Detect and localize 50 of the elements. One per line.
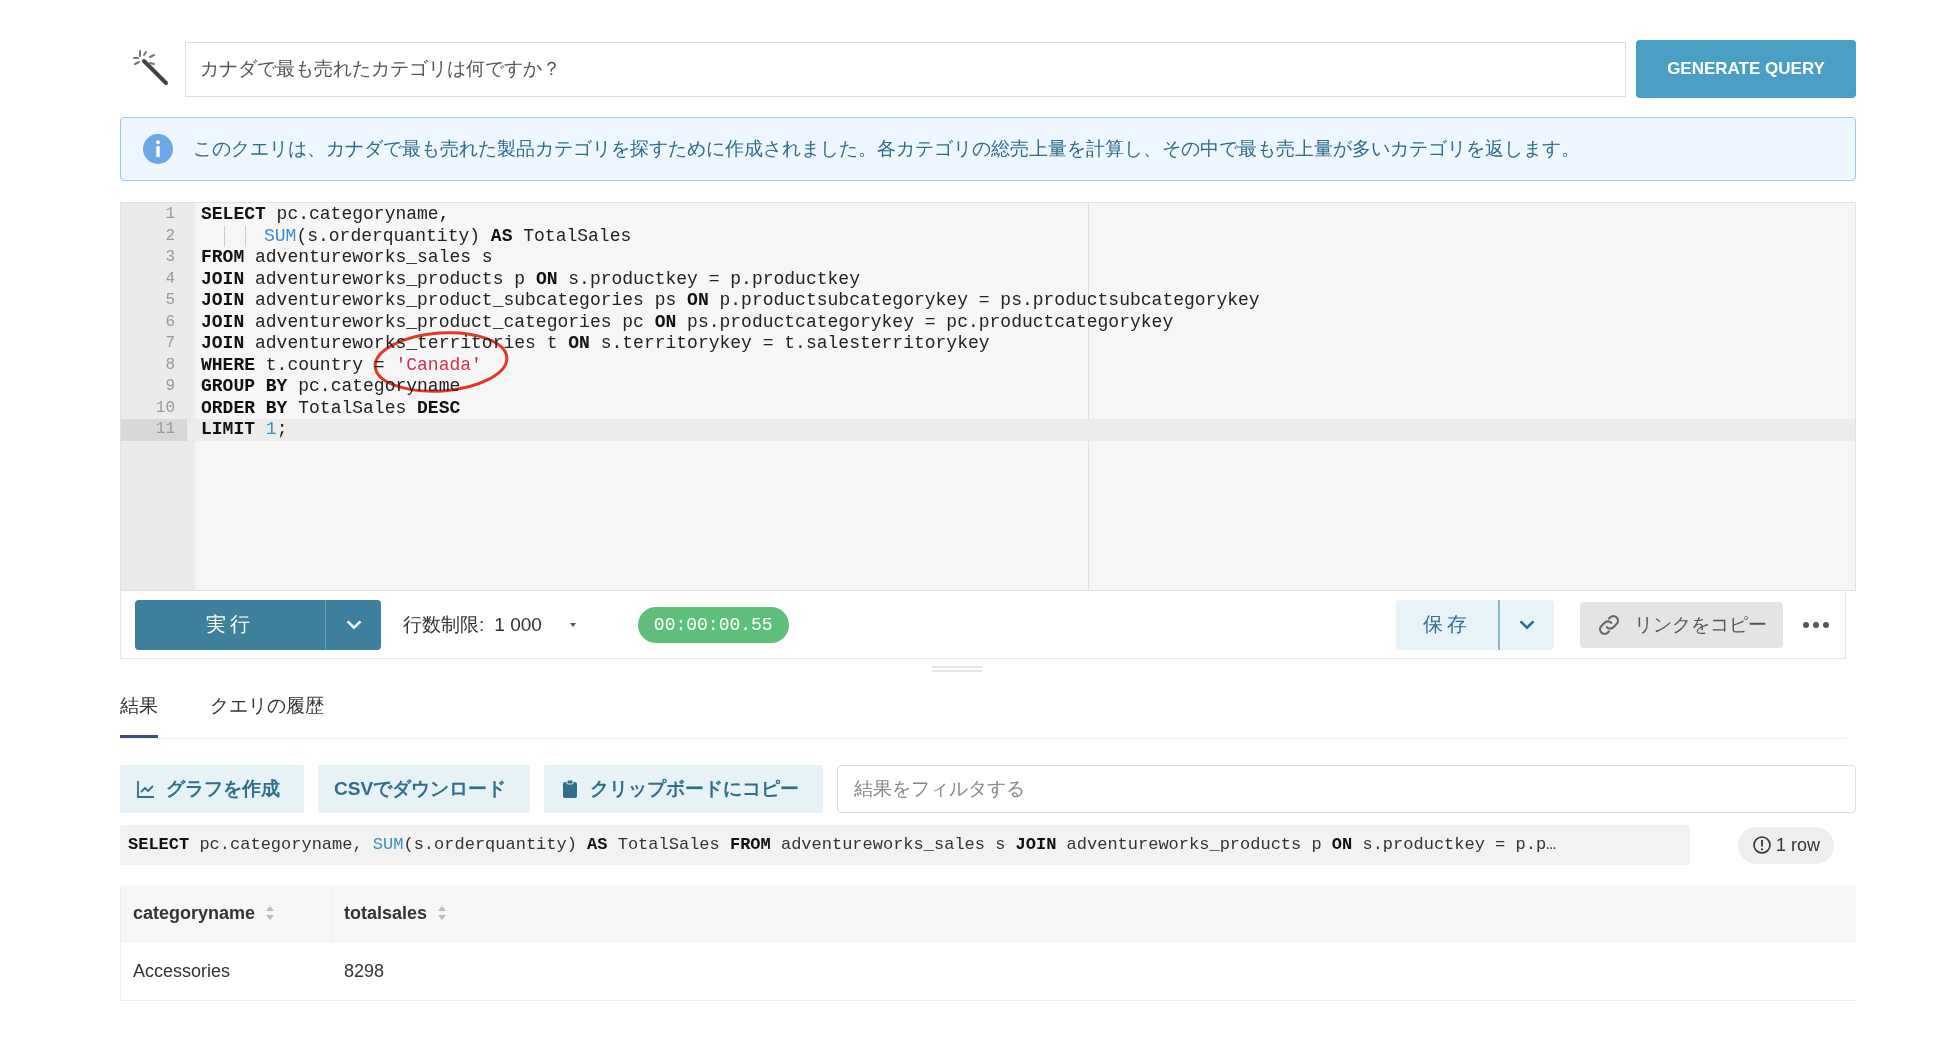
result-tab[interactable]: クエリの履歴 <box>210 693 324 738</box>
sql-preview: SELECT pc.categoryname, SUM(s.orderquantity) AS TotalSales FROM adventureworks_sales s JOIN adventureworks_products p ON s.productkey = p.p… <box>120 825 1690 865</box>
filter-results-field[interactable]: 結果をフィルタする <box>837 765 1856 813</box>
table-cell: Accessories <box>133 960 231 982</box>
save-button[interactable]: 保存 <box>1396 599 1498 650</box>
line-number: 4 <box>164 268 176 290</box>
action-button[interactable]: クリップボードにコピー <box>544 765 824 813</box>
line-number: 11 <box>121 419 187 441</box>
line-number: 10 <box>154 397 176 419</box>
line-number: 8 <box>164 354 176 376</box>
code-line: ORDER BY TotalSales DESC <box>200 397 461 419</box>
info-text: このクエリは、カナダで最も売れた製品カテゴリを探すために作成されました。各カテゴリの総売上量を計算し、その中で最も売上量が多いカテゴリを返します。 <box>193 137 1580 161</box>
question-input[interactable]: カナダで最も売れたカテゴリは何ですか？ <box>185 41 1626 97</box>
line-number: 2 <box>164 225 176 247</box>
row-count-badge: 1 row <box>1738 826 1834 864</box>
elapsed-time-badge: 00:00:00.55 <box>637 606 789 643</box>
code-editor[interactable] <box>120 202 1856 591</box>
line-number: 5 <box>164 290 176 311</box>
line-number: 7 <box>164 333 176 354</box>
code-line: JOIN adventureworks_product_subcategories ps ON p.productsubcategorykey = ps.productsubcategorykey <box>200 290 1260 312</box>
info-icon <box>143 134 173 164</box>
column-header[interactable]: categoryname <box>133 902 256 924</box>
row-limit-label: 行数制限: <box>403 612 485 637</box>
line-number: 1 <box>164 204 176 225</box>
copy-link-button[interactable]: リンクをコピー <box>1580 601 1783 648</box>
code-line: LIMIT 1; <box>200 419 288 441</box>
line-number: 9 <box>164 376 176 397</box>
row-limit-dropdown[interactable]: 1 000 <box>494 613 578 636</box>
run-button[interactable]: 実行 <box>135 599 325 650</box>
sort-icon[interactable] <box>437 905 448 921</box>
line-number: 6 <box>164 311 176 333</box>
result-tab[interactable]: 結果 <box>120 693 158 738</box>
code-line: JOIN adventureworks_product_categories pc ON ps.productcategorykey = pc.productcategorykey <box>200 311 1174 333</box>
action-button[interactable]: CSVでダウンロード <box>318 765 531 813</box>
info-circle-icon <box>1752 835 1772 855</box>
code-line: JOIN adventureworks_products p ON s.productkey = p.productkey <box>200 268 860 290</box>
code-line: FROM adventureworks_sales s <box>200 247 493 269</box>
save-options-button[interactable] <box>1498 599 1554 650</box>
run-options-button[interactable] <box>325 599 381 650</box>
table-cell: 8298 <box>344 960 385 982</box>
column-header[interactable]: totalsales <box>344 902 428 924</box>
more-options-icon[interactable] <box>1801 619 1831 630</box>
line-number: 3 <box>164 247 176 268</box>
action-button[interactable]: グラフを作成 <box>120 765 304 813</box>
line-chart-icon <box>136 779 156 799</box>
chevron-down-icon <box>345 620 362 629</box>
resize-handle[interactable] <box>932 665 982 673</box>
chevron-down-icon <box>1519 620 1535 629</box>
code-line: SELECT pc.categoryname, <box>200 204 450 226</box>
sort-icon[interactable] <box>265 905 276 921</box>
